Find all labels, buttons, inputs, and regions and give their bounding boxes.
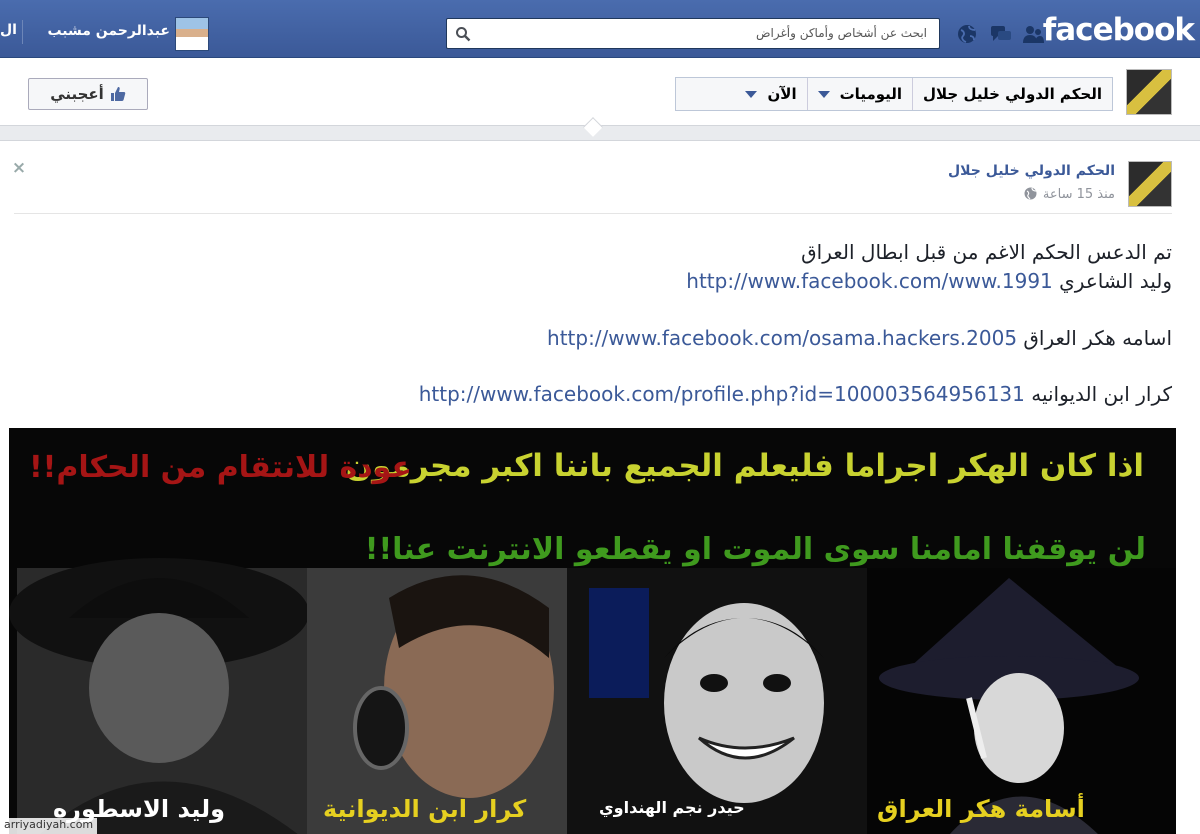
nav-now-label: الآن [767,85,797,103]
chevron-down-icon [745,90,758,98]
post-time-label: منذ 15 ساعة [1042,187,1115,202]
friend-requests-icon[interactable] [1022,24,1044,44]
divider [14,213,1172,214]
post-line-text: تم الدعس الحكم الاغم من قبل ابطال العراق [801,240,1172,264]
top-navigation-bar: facebook ابحث عن أشخاص وأماكن وأغراض عبد… [0,0,1200,58]
user-avatar[interactable] [175,17,209,51]
post-timestamp[interactable]: منذ 15 ساعة [1024,187,1115,202]
post-line-text: كرار ابن الديوانيه [1031,382,1172,406]
home-link-truncated[interactable]: ال [0,22,17,38]
search-icon[interactable] [455,26,471,42]
post-author-avatar[interactable] [1128,161,1172,207]
photo-artwork [9,558,1176,834]
nav-timeline-label: اليوميات [839,85,903,103]
image-caption: أسامة هكر العراق [877,795,1085,823]
profile-link[interactable]: http://www.facebook.com/www.1991 [686,269,1053,293]
source-watermark: arriyadiyah.com [0,818,98,834]
user-name-link[interactable]: عبدالرحمن مشبب [36,23,170,39]
nav-timeline-dropdown[interactable]: اليوميات [806,78,912,110]
post-line-text: وليد الشاعري [1059,269,1172,293]
chevron-down-icon [817,90,830,98]
image-caption: كرار ابن الديوانية [323,795,527,823]
close-icon[interactable]: × [10,159,28,177]
nav-now-dropdown[interactable]: الآن [735,78,806,110]
post-author-name[interactable]: الحكم الدولي خليل جلال [948,163,1115,179]
timeline-post: × الحكم الدولي خليل جلال منذ 15 ساعة تم … [0,140,1200,834]
image-slogan-top: اذا كان الهكر اجراما فليعلم الجميع باننا… [345,448,1144,484]
nav-page-name-label: الحكم الدولي خليل جلال [923,85,1102,103]
post-text-line: اسامه هكر العراق http://www.facebook.com… [547,326,1172,350]
timeline-nav-tabs: الحكم الدولي خليل جلال اليوميات الآن [675,77,1113,111]
post-text-line: تم الدعس الحكم الاغم من قبل ابطال العراق [801,240,1172,264]
like-page-button[interactable]: أعجبني [28,78,148,110]
search-input[interactable]: ابحث عن أشخاص وأماكن وأغراض [446,18,940,49]
timeline-nav: الحكم الدولي خليل جلال اليوميات الآن أعج… [0,58,1200,126]
thumbs-up-icon [110,87,126,101]
messages-icon[interactable] [990,24,1012,44]
post-photo[interactable]: اذا كان الهكر اجراما فليعلم الجميع باننا… [9,428,1176,834]
public-globe-icon [1024,187,1037,200]
post-text-line: وليد الشاعري http://www.facebook.com/www… [686,269,1172,293]
divider [22,20,23,44]
image-caption: حيدر نجم الهنداوي [599,798,745,817]
like-label: أعجبني [50,85,104,103]
nav-page-name[interactable]: الحكم الدولي خليل جلال [912,78,1112,110]
facebook-logo[interactable]: facebook [1043,12,1195,48]
search-placeholder: ابحث عن أشخاص وأماكن وأغراض [756,26,927,40]
notification-jewels [956,20,1056,48]
post-line-text: اسامه هكر العراق [1023,326,1172,350]
post-text-line: كرار ابن الديوانيه http://www.facebook.c… [419,382,1172,406]
image-slogan-red: عودة للانتقام من الحكام!! [29,450,412,485]
image-slogan-bottom: لن يوقفنا امامنا سوى الموت او يقطعو الان… [364,532,1146,567]
profile-link[interactable]: http://www.facebook.com/osama.hackers.20… [547,326,1017,350]
notifications-globe-icon[interactable] [956,24,978,44]
page-profile-thumbnail[interactable] [1126,69,1172,115]
profile-link[interactable]: http://www.facebook.com/profile.php?id=1… [419,382,1025,406]
